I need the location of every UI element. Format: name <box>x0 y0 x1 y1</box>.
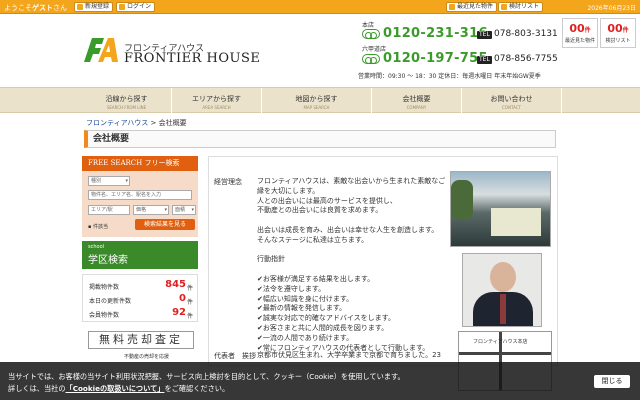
philosophy-line: ✔お客様が満足する結果を出します。 <box>257 274 375 283</box>
login-icon <box>119 4 125 10</box>
logo-text-en: FRONTIER HOUSE <box>124 51 261 66</box>
nav-line-search[interactable]: 沿線から探す SEARCH FROM LINE <box>82 88 172 114</box>
breadcrumb: フロンティアハウス > 会社概要 <box>86 119 187 127</box>
philosophy-line: ✔一流の人間であり続けます。 <box>257 333 354 342</box>
cookie-banner: 当サイトでは、お客様の当サイト利用状況把握、サービス向上検討を目的として、クッキ… <box>0 362 640 400</box>
tel-icon: TEL <box>477 31 492 39</box>
tel-icon: TEL <box>477 56 492 64</box>
cookie-policy-link[interactable]: 「Cookieの取扱いについて」 <box>66 384 165 393</box>
philosophy-line: 縁を大切にします。 <box>257 186 320 195</box>
main-nav: 沿線から探す SEARCH FROM LINE エリアから探す AREA SEARC… <box>0 87 640 114</box>
register-button[interactable]: 新規登録 <box>74 2 114 12</box>
top-bar: ようこそゲストさん 新規登録 ログイン 最近見た物件 検討リスト 2026年06… <box>0 0 640 14</box>
page-title: 会社概要 <box>84 130 556 148</box>
nav-map-search[interactable]: 地図から探す MAP SEARCH <box>262 88 372 114</box>
philosophy-line: 人との出会いには最高のサービスを提供し、 <box>257 196 397 205</box>
freedial-icon <box>362 29 380 39</box>
register-icon <box>77 4 83 10</box>
philosophy-line: 行動指針 <box>257 255 285 264</box>
stats-box: 掲載物件数 845 件 本日の更新件数 0 件 会員物件数 92 件 <box>82 274 198 322</box>
philosophy-line: 出会いは成長を育み、出会いは幸せな人生を創造します。 <box>257 225 439 234</box>
philosophy-line: そんなステージに私達は立ちます。 <box>257 235 369 244</box>
main-tel[interactable]: 078-803-3131 <box>494 29 558 39</box>
saved-list-button[interactable]: 検討リスト <box>498 2 544 12</box>
free-search-header: FREE SEARCH フリー検索 <box>82 156 198 171</box>
philosophy-label: 経営理念 <box>214 178 242 186</box>
recent-counter[interactable]: 00件 最近見た物件 <box>562 18 598 48</box>
breadcrumb-home[interactable]: フロンティアハウス <box>86 119 148 127</box>
philosophy-line: ✔最新の情報を発信します。 <box>257 304 347 313</box>
rokko-tel[interactable]: 078-856-7755 <box>494 54 558 64</box>
keyword-input[interactable]: 物件名、エリア名、駅名を入力 <box>88 190 192 200</box>
chevron-down-icon: ▾ <box>125 178 128 184</box>
date-text: 2026年06月23日 <box>587 5 636 12</box>
nav-company[interactable]: 会社概要 COMPANY <box>372 88 462 114</box>
philosophy-line <box>257 216 447 226</box>
school-search-banner[interactable]: school 学区検索 <box>82 241 198 269</box>
logo-icon[interactable] <box>84 36 118 62</box>
list-icon <box>501 4 507 10</box>
size-select[interactable]: 面積 ▾ <box>172 205 196 215</box>
main-tollfree[interactable]: 0120-231-316 <box>383 26 488 41</box>
welcome-text: ようこそゲストさん <box>4 4 67 12</box>
saved-counter[interactable]: 00件 検討リスト <box>600 18 636 48</box>
greeting-text: 京都市伏見区生まれ、大学卒業まで京都で育ちました。23 <box>257 351 441 359</box>
philosophy-line: 不動産との出会いには良質を求めます。 <box>257 206 383 215</box>
stat-updated: 本日の更新件数 0 件 <box>89 293 193 306</box>
area-station-input[interactable]: エリア/駅 <box>88 205 130 215</box>
breadcrumb-current: 会社概要 <box>158 119 187 127</box>
stat-members: 会員物件数 92 件 <box>89 307 193 320</box>
login-button[interactable]: ログイン <box>116 2 156 12</box>
search-results-button[interactable]: 検索結果を見る <box>135 219 195 230</box>
store-photo <box>450 171 551 247</box>
free-appraisal-banner[interactable]: 無料売却査定 <box>88 331 194 349</box>
type-select[interactable]: 種別 ▾ <box>88 176 130 186</box>
business-hours: 営業時間：09:30 〜 18：30 定休日：毎週水曜日 年末年始GW夏季 <box>358 73 541 80</box>
recent-button[interactable]: 最近見た物件 <box>446 2 498 12</box>
stat-listed: 掲載物件数 845 件 <box>89 279 193 292</box>
main-shop-label: 本店 <box>362 22 375 29</box>
result-count: ▪ 件該当 <box>88 224 108 230</box>
recent-icon <box>449 4 455 10</box>
philosophy-line: ✔幅広い知識を身に付けます。 <box>257 294 354 303</box>
appraisal-subtext: 不動産の売却を応援 <box>124 354 170 360</box>
chevron-down-icon: ▾ <box>191 207 194 213</box>
philosophy-line <box>257 265 447 275</box>
rokko-tollfree[interactable]: 0120-197-755 <box>383 51 488 66</box>
price-select[interactable]: 価格 ▾ <box>133 205 169 215</box>
chevron-down-icon: ▾ <box>164 207 167 213</box>
philosophy-line <box>257 246 447 256</box>
freedial-icon <box>362 54 380 64</box>
nav-contact[interactable]: お問い合わせ CONTACT <box>462 88 562 114</box>
ceo-photo <box>462 253 542 327</box>
philosophy-line: ✔お客さまと共に人間的成長を図ります。 <box>257 323 389 332</box>
cookie-close-button[interactable]: 閉じる <box>594 375 630 388</box>
philosophy-line: ✔法令を遵守します。 <box>257 284 326 293</box>
cookie-text: 当サイトでは、お客様の当サイト利用状況把握、サービス向上検討を目的として、クッキ… <box>8 372 405 393</box>
philosophy-line: フロンティアハウスは、素敵な出会いから生まれた素敵なご <box>257 177 446 185</box>
greeting-label: 代表者 挨拶 <box>214 352 256 360</box>
nav-area-search[interactable]: エリアから探す AREA SEARCH <box>172 88 262 114</box>
philosophy-text: フロンティアハウスは、素敵な出会いから生まれた素敵なご 縁を大切にします。 人との出… <box>257 177 447 353</box>
philosophy-line: ✔誠実な対応で的確なアドバイスをします。 <box>257 314 395 323</box>
